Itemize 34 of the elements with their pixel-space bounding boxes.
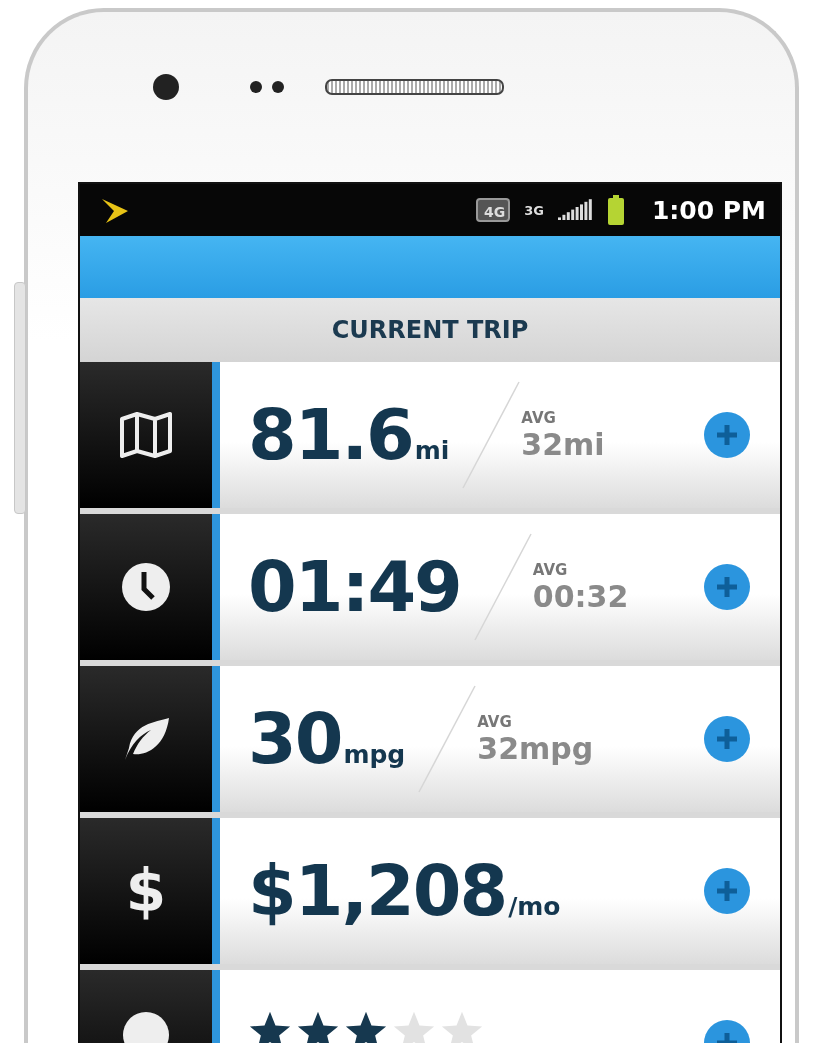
avg-label: AVG — [477, 712, 513, 731]
star-icon — [344, 1010, 388, 1043]
avg-value: 32mi — [521, 426, 605, 462]
star-icon — [296, 1010, 340, 1043]
stat-value: 81.6mi — [248, 394, 450, 476]
add-button[interactable] — [704, 412, 750, 458]
add-button[interactable] — [704, 716, 750, 762]
map-icon — [119, 411, 173, 459]
signal-icon — [557, 198, 594, 222]
avg-value: 32mpg — [477, 730, 594, 766]
avg-label: AVG — [521, 408, 557, 427]
star-icon — [392, 1010, 436, 1043]
battery-icon — [607, 195, 624, 225]
plus-icon — [714, 422, 740, 448]
avg-value: 00:32 — [532, 578, 629, 614]
plus-icon — [714, 878, 740, 904]
stat-value: $1,208/mo — [248, 850, 561, 932]
add-button[interactable] — [704, 868, 750, 914]
network-4g-label: 4G — [475, 198, 511, 222]
stat-value: 01:49 — [248, 546, 461, 628]
section-title: CURRENT TRIP — [331, 316, 529, 344]
sensor-icon — [249, 80, 285, 94]
star-icon — [248, 1010, 292, 1043]
clock-icon — [121, 562, 171, 612]
status-time: 1:00 PM — [651, 195, 766, 225]
star-icon — [440, 1010, 484, 1043]
avg-label: AVG — [532, 560, 569, 579]
plus-icon — [714, 574, 740, 600]
dollar-icon: $ — [125, 857, 167, 925]
camera-icon — [153, 74, 179, 100]
plus-icon — [714, 726, 740, 752]
add-button[interactable] — [704, 564, 750, 610]
stat-value: 30mpg — [248, 698, 406, 780]
network-3g-label: 3G — [524, 202, 544, 218]
